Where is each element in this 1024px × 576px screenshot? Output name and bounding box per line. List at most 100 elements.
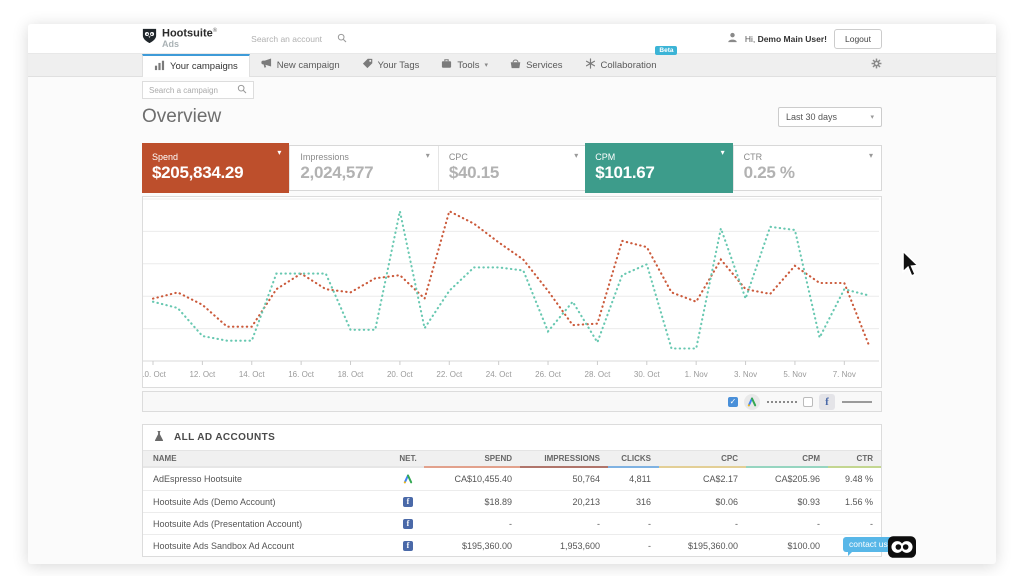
campaign-search-input[interactable]	[149, 86, 237, 95]
cell-cpm: $0.93	[746, 491, 828, 512]
caret-down-icon: ▾	[574, 151, 578, 160]
tab-label: Services	[526, 60, 562, 71]
cell-cpm: CA$205.96	[746, 468, 828, 490]
account-name: Hootsuite Ads Sandbox Ad Account	[143, 535, 392, 556]
metric-card-ctr[interactable]: CTR0.25 % ▾	[733, 146, 881, 190]
legend-checkbox-adwords[interactable]: ✓	[728, 397, 738, 407]
line-chart: 10. Oct12. Oct14. Oct16. Oct18. Oct20. O…	[143, 197, 881, 388]
metric-card-spend[interactable]: Spend$205,834.29▾	[142, 143, 289, 193]
column-header-cpm[interactable]: CPM	[746, 451, 828, 468]
cell-clicks: 316	[608, 491, 659, 512]
cell-ctr: -	[828, 513, 881, 534]
x-axis-label: 28. Oct	[585, 370, 612, 379]
logout-button[interactable]: Logout	[834, 29, 882, 49]
beta-badge: Beta	[655, 46, 677, 55]
top-bar: Hootsuite® Ads Hi, Demo Main User! Logou…	[28, 24, 996, 53]
column-header-spend[interactable]: SPEND	[424, 451, 520, 468]
metric-cards: Spend$205,834.29▾Impressions2,024,577▾CP…	[142, 145, 882, 191]
app-window: Hootsuite® Ads Hi, Demo Main User! Logou…	[28, 24, 996, 564]
x-axis-label: 18. Oct	[338, 370, 365, 379]
mouse-cursor	[897, 249, 921, 286]
owl-watermark-logo	[888, 536, 916, 563]
tab-tools[interactable]: Tools ▾	[430, 54, 499, 76]
date-range-dropdown[interactable]: Last 30 days ▾	[778, 107, 882, 127]
caret-down-icon: ▾	[426, 151, 430, 160]
metric-card-impressions[interactable]: Impressions2,024,577▾	[289, 146, 437, 190]
x-axis-label: 10. Oct	[143, 370, 167, 379]
cell-impressions: 50,764	[520, 468, 608, 490]
tab-label: Your campaigns	[170, 61, 238, 72]
x-axis-label: 16. Oct	[288, 370, 315, 379]
caret-down-icon: ▾	[721, 148, 725, 157]
asterisk-icon	[585, 58, 596, 72]
tab-collaboration[interactable]: CollaborationBeta	[574, 54, 668, 76]
caret-down-icon: ▾	[869, 151, 873, 160]
column-header-impressions[interactable]: IMPRESSIONS	[520, 451, 608, 468]
account-name: AdEspresso Hootsuite	[143, 468, 392, 490]
column-header-cpc[interactable]: CPC	[659, 451, 746, 468]
caret-down-icon: ▾	[277, 148, 281, 157]
gear-icon[interactable]	[871, 56, 882, 74]
brand-name: Hootsuite®	[162, 28, 217, 40]
table-row[interactable]: Hootsuite Ads (Presentation Account)f---…	[143, 512, 881, 534]
table-body: AdEspresso HootsuiteCA$10,455.4050,7644,…	[143, 468, 881, 556]
caret-down-icon: ▾	[870, 113, 874, 121]
column-header-clicks[interactable]: CLICKS	[608, 451, 659, 468]
tab-services[interactable]: Services	[499, 54, 573, 76]
metric-label: CPC	[449, 152, 576, 162]
legend-checkbox-facebook[interactable]	[803, 397, 813, 407]
facebook-icon: f	[392, 513, 424, 534]
cell-cpc: $195,360.00	[659, 535, 746, 556]
hootsuite-owl-shield-icon	[142, 28, 157, 49]
briefcase-icon	[441, 58, 452, 72]
x-axis-label: 22. Oct	[436, 370, 463, 379]
cell-cpc: CA$2.17	[659, 468, 746, 490]
line-chart-svg: 10. Oct12. Oct14. Oct16. Oct18. Oct20. O…	[143, 197, 879, 387]
tab-your-tags[interactable]: Your Tags	[351, 54, 431, 76]
metric-value: 0.25 %	[744, 163, 871, 183]
table-row[interactable]: Hootsuite Ads Sandbox Ad Accountf $195,36…	[143, 534, 881, 556]
user-greeting[interactable]: Hi, Demo Main User!	[745, 34, 827, 44]
cell-spend: -	[424, 513, 520, 534]
tab-your-campaigns[interactable]: Your campaigns	[142, 54, 250, 77]
account-name: Hootsuite Ads (Presentation Account)	[143, 513, 392, 534]
metric-card-cpm[interactable]: CPM$101.67▾	[585, 143, 732, 193]
caret-down-icon: ▾	[485, 61, 489, 69]
x-axis-label: 30. Oct	[634, 370, 661, 379]
column-header-ctr[interactable]: CTR	[828, 451, 881, 468]
metric-value: $205,834.29	[152, 163, 279, 183]
search-icon[interactable]	[337, 30, 347, 48]
brand-sub: Ads	[162, 40, 217, 49]
account-search-input[interactable]	[251, 34, 333, 44]
cell-clicks: -	[608, 513, 659, 534]
x-axis-label: 5. Nov	[783, 370, 806, 379]
contact-us-button[interactable]: contact us	[843, 537, 894, 552]
cell-spend: CA$10,455.40	[424, 468, 520, 490]
column-header-net[interactable]: NET.	[392, 451, 424, 468]
column-header-name[interactable]: NAME	[143, 451, 392, 468]
table-row[interactable]: Hootsuite Ads (Demo Account)f$18.8920,21…	[143, 490, 881, 512]
table-title: ALL AD ACCOUNTS	[174, 432, 275, 443]
tab-new-campaign[interactable]: New campaign	[250, 54, 351, 76]
date-range-value: Last 30 days	[786, 112, 837, 122]
metric-label: CTR	[744, 152, 871, 162]
megaphone-icon	[261, 58, 272, 72]
metric-value: 2,024,577	[300, 163, 427, 183]
chart-legend: ✓f	[142, 391, 882, 412]
tab-label: New campaign	[277, 60, 340, 71]
metric-value: $40.15	[449, 163, 576, 183]
table-row[interactable]: AdEspresso HootsuiteCA$10,455.4050,7644,…	[143, 468, 881, 490]
cell-cpm: $100.00	[746, 535, 828, 556]
search-icon[interactable]	[237, 81, 247, 99]
tab-label: Tools	[457, 60, 479, 71]
facebook-icon: f	[392, 535, 424, 556]
cell-impressions: 20,213	[520, 491, 608, 512]
tag-icon	[362, 58, 373, 72]
cell-impressions: 1,953,600	[520, 535, 608, 556]
hootsuite-logo[interactable]: Hootsuite® Ads	[142, 28, 217, 50]
account-search	[251, 30, 347, 48]
cell-cpc: $0.06	[659, 491, 746, 512]
adwords-icon	[744, 394, 760, 410]
metric-card-cpc[interactable]: CPC$40.15 ▾	[438, 146, 586, 190]
adwords-icon	[392, 468, 424, 490]
